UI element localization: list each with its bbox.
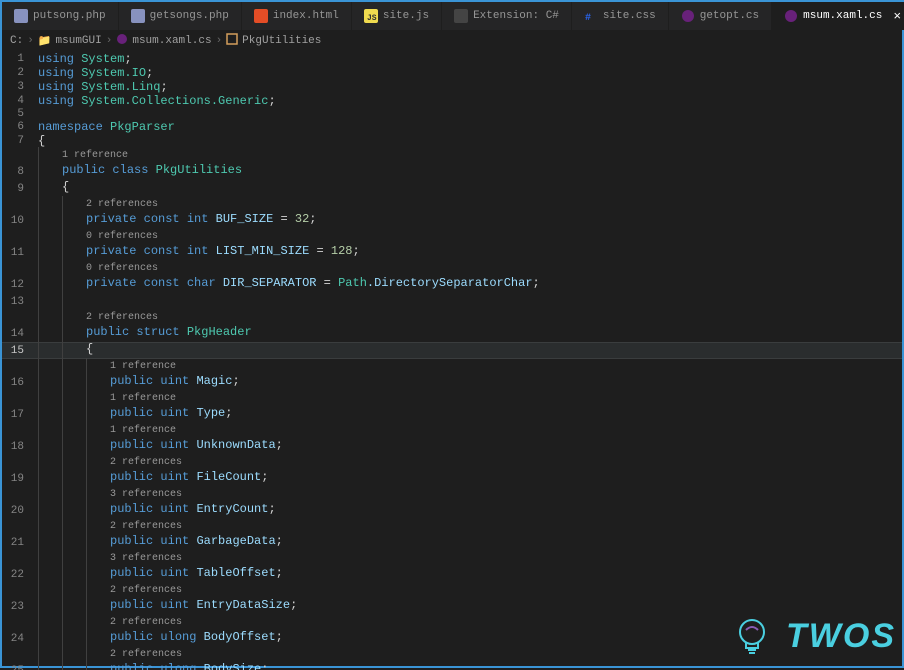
line-number: 10 <box>2 215 38 227</box>
js-icon: JS <box>364 9 378 23</box>
codelens[interactable]: 2 references <box>110 649 182 660</box>
svg-text:#: # <box>585 13 591 23</box>
breadcrumb-item[interactable]: msumGUI <box>56 35 102 47</box>
tab-label: site.css <box>603 10 656 22</box>
tab-getopt[interactable]: getopt.cs <box>669 2 772 30</box>
html-icon <box>254 9 268 23</box>
breadcrumb-item[interactable]: msum.xaml.cs <box>132 35 211 47</box>
line-number: 3 <box>2 81 38 93</box>
csharp-icon <box>116 33 128 49</box>
line-number: 2 <box>2 67 38 79</box>
line-number: 7 <box>2 135 38 147</box>
line-number: 25 <box>2 665 38 670</box>
tab-label: msum.xaml.cs <box>803 10 882 22</box>
tab-putsong[interactable]: putsong.php <box>2 2 119 30</box>
line-number: 13 <box>2 296 38 308</box>
chevron-right-icon: › <box>216 35 223 47</box>
codelens[interactable]: 3 references <box>110 553 182 564</box>
codelens[interactable]: 2 references <box>86 199 158 210</box>
csharp-icon <box>681 9 695 23</box>
line-number: 9 <box>2 183 38 195</box>
line-number: 17 <box>2 409 38 421</box>
line-number: 1 <box>2 53 38 65</box>
breadcrumb: C: › 📁 msumGUI › msum.xaml.cs › PkgUtili… <box>2 30 902 52</box>
tab-sitecss[interactable]: # site.css <box>572 2 669 30</box>
tab-getsongs[interactable]: getsongs.php <box>119 2 242 30</box>
csharp-icon <box>784 9 798 23</box>
tab-label: getsongs.php <box>150 10 229 22</box>
line-number: 14 <box>2 328 38 340</box>
extension-icon <box>454 9 468 23</box>
folder-icon: 📁 <box>38 34 52 48</box>
codelens[interactable]: 0 references <box>86 263 158 274</box>
php-icon <box>131 9 145 23</box>
line-number: 22 <box>2 569 38 581</box>
tab-bar: putsong.php getsongs.php index.html JS si… <box>2 2 902 30</box>
tab-label: getopt.cs <box>700 10 759 22</box>
line-number: 6 <box>2 121 38 133</box>
css-icon: # <box>584 9 598 23</box>
tab-msum[interactable]: msum.xaml.cs × <box>772 2 904 30</box>
svg-text:JS: JS <box>367 14 377 23</box>
codelens[interactable]: 2 references <box>86 312 158 323</box>
line-number: 16 <box>2 377 38 389</box>
line-number: 8 <box>2 166 38 178</box>
codelens[interactable]: 1 reference <box>110 425 176 436</box>
code-editor[interactable]: 1using System; 2using System.IO; 3using … <box>2 52 902 670</box>
tab-sitejs[interactable]: JS site.js <box>352 2 442 30</box>
codelens[interactable]: 0 references <box>86 231 158 242</box>
breadcrumb-root[interactable]: C: <box>10 35 23 47</box>
codelens[interactable]: 2 references <box>110 617 182 628</box>
tab-label: index.html <box>273 10 339 22</box>
codelens[interactable]: 3 references <box>110 489 182 500</box>
line-number: 24 <box>2 633 38 645</box>
php-icon <box>14 9 28 23</box>
tab-index[interactable]: index.html <box>242 2 352 30</box>
breadcrumb-item[interactable]: PkgUtilities <box>242 35 321 47</box>
codelens[interactable]: 1 reference <box>110 393 176 404</box>
codelens[interactable]: 2 references <box>110 457 182 468</box>
close-icon[interactable]: × <box>893 9 901 24</box>
tab-extension[interactable]: Extension: C# <box>442 2 572 30</box>
class-icon <box>226 33 238 49</box>
codelens[interactable]: 2 references <box>110 521 182 532</box>
codelens[interactable]: 2 references <box>110 585 182 596</box>
chevron-right-icon: › <box>27 35 34 47</box>
line-number: 23 <box>2 601 38 613</box>
line-number: 15 <box>2 345 38 357</box>
line-number: 20 <box>2 505 38 517</box>
tab-label: site.js <box>383 10 429 22</box>
tab-label: putsong.php <box>33 10 106 22</box>
line-number: 21 <box>2 537 38 549</box>
line-number: 19 <box>2 473 38 485</box>
tab-label: Extension: C# <box>473 10 559 22</box>
chevron-right-icon: › <box>106 35 113 47</box>
line-number: 12 <box>2 279 38 291</box>
line-number: 11 <box>2 247 38 259</box>
codelens[interactable]: 1 reference <box>62 150 128 161</box>
line-number: 4 <box>2 95 38 107</box>
line-number: 18 <box>2 441 38 453</box>
codelens[interactable]: 1 reference <box>110 361 176 372</box>
line-number: 5 <box>2 108 38 120</box>
